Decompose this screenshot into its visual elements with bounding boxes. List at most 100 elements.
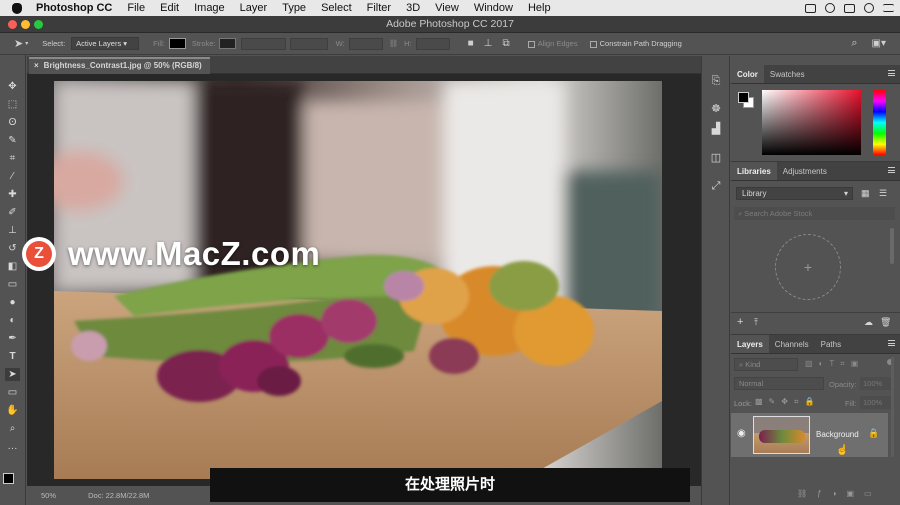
layer-name[interactable]: Background <box>816 430 859 439</box>
blend-mode-dropdown[interactable]: Normal <box>734 377 824 390</box>
edit-toolbar-icon[interactable]: ··· <box>5 442 20 455</box>
stroke-width-field[interactable] <box>240 37 286 50</box>
screen-record-icon[interactable] <box>805 3 816 13</box>
tab-layers[interactable]: Layers <box>731 335 769 353</box>
menu-edit[interactable]: Edit <box>160 2 179 14</box>
search-icon[interactable] <box>864 3 874 13</box>
blur-tool-icon[interactable]: ● <box>5 296 20 309</box>
marquee-tool-icon[interactable]: ⬚ <box>5 98 20 111</box>
menu-select[interactable]: Select <box>321 2 352 14</box>
panel-menu-icon[interactable] <box>888 70 895 76</box>
color-foreground-swatch[interactable] <box>738 92 749 103</box>
type-tool-icon[interactable]: T <box>5 350 20 363</box>
layer-row-background[interactable]: ◉ Background 🔒 <box>731 413 888 457</box>
navigator-panel-icon[interactable]: ⤢ <box>709 179 723 193</box>
history-brush-tool-icon[interactable]: ↺ <box>5 242 20 255</box>
menu-3d[interactable]: 3D <box>406 2 420 14</box>
properties-panel-icon[interactable]: ☸ <box>709 102 723 116</box>
list-view-icon[interactable]: ☰ <box>879 188 887 199</box>
visibility-eye-icon[interactable]: ◉ <box>737 428 746 439</box>
close-tab-icon[interactable]: × <box>34 61 39 70</box>
move-tool-icon[interactable]: ✥ <box>5 80 20 93</box>
lasso-tool-icon[interactable]: ʘ <box>5 116 20 129</box>
fill-field[interactable]: 100% <box>860 396 893 409</box>
menu-window[interactable]: Window <box>474 2 513 14</box>
eraser-tool-icon[interactable]: ◧ <box>5 260 20 273</box>
library-dropdown[interactable]: Library ▾ <box>736 187 853 200</box>
menu-help[interactable]: Help <box>528 2 551 14</box>
select-dropdown[interactable]: Active Layers ▾ <box>71 37 140 50</box>
panel-menu-icon[interactable] <box>888 340 895 346</box>
menu-file[interactable]: File <box>127 2 145 14</box>
height-field[interactable] <box>415 37 450 50</box>
path-select-tool-icon[interactable]: ➤ <box>14 37 23 50</box>
close-window-button[interactable] <box>8 20 17 29</box>
opacity-field[interactable]: 100% <box>860 377 893 390</box>
link-icon[interactable]: ⛓ <box>389 39 399 48</box>
minimize-window-button[interactable] <box>21 20 30 29</box>
dodge-tool-icon[interactable]: ◐ <box>5 314 20 327</box>
add-element-icon[interactable]: + <box>737 316 743 328</box>
stroke-type-dropdown[interactable] <box>289 37 328 50</box>
grid-view-icon[interactable]: ▦ <box>861 188 870 199</box>
info-icon[interactable] <box>825 3 835 13</box>
menu-extras-icon[interactable] <box>883 4 894 12</box>
width-field[interactable] <box>348 37 383 50</box>
tab-color[interactable]: Color <box>731 65 764 83</box>
cloud-sync-icon[interactable]: ☁ <box>864 317 873 328</box>
menu-type[interactable]: Type <box>282 2 306 14</box>
path-arrangement-icon[interactable]: ⧉ <box>502 38 509 49</box>
constrain-path-checkbox[interactable]: Constrain Path Dragging <box>589 39 682 48</box>
stock-search-input[interactable]: ⌕ Search Adobe Stock <box>734 207 895 220</box>
color-field[interactable] <box>762 90 861 155</box>
menu-layer[interactable]: Layer <box>240 2 268 14</box>
menu-image[interactable]: Image <box>194 2 225 14</box>
document-tab[interactable]: × Brightness_Contrast1.jpg @ 50% (RGB/8) <box>29 57 210 74</box>
fill-swatch[interactable] <box>168 38 186 49</box>
search-icon[interactable]: ⌕ <box>851 37 857 50</box>
panel-menu-icon[interactable] <box>888 167 895 173</box>
shape-tool-icon[interactable]: ▭ <box>5 386 20 399</box>
tool-preset-chevron-icon[interactable]: ▾ <box>25 40 28 47</box>
pen-tool-icon[interactable]: ✒ <box>5 332 20 345</box>
eyedropper-tool-icon[interactable]: ⁄ <box>5 170 20 183</box>
tab-paths[interactable]: Paths <box>815 335 847 353</box>
layers-scrollbar[interactable] <box>891 357 894 457</box>
path-selection-tool-icon[interactable]: ➤ <box>5 368 20 381</box>
trash-icon[interactable]: 🗑 <box>880 317 891 328</box>
stroke-swatch[interactable] <box>218 38 236 49</box>
tab-swatches[interactable]: Swatches <box>764 65 811 83</box>
gradient-tool-icon[interactable]: ▭ <box>5 278 20 291</box>
path-operations-icon[interactable]: ■ <box>468 38 474 49</box>
zoom-tool-icon[interactable]: ⌕ <box>5 422 20 435</box>
layer-filter-icons[interactable]: ▨◐T⌗▣ <box>805 359 864 369</box>
libraries-scrollbar[interactable] <box>890 228 894 264</box>
tab-channels[interactable]: Channels <box>769 335 815 353</box>
app-menu[interactable]: Photoshop CC <box>36 2 112 14</box>
hue-slider[interactable] <box>873 90 886 155</box>
menu-view[interactable]: View <box>435 2 459 14</box>
tab-adjustments[interactable]: Adjustments <box>777 162 833 180</box>
add-content-icon[interactable]: + <box>775 234 841 300</box>
document-photo[interactable] <box>54 81 662 479</box>
clone-stamp-tool-icon[interactable]: ⊥ <box>5 224 20 237</box>
align-edges-checkbox[interactable]: Align Edges <box>527 39 578 48</box>
zoom-window-button[interactable] <box>34 20 43 29</box>
apple-icon[interactable] <box>12 2 22 14</box>
menu-filter[interactable]: Filter <box>367 2 391 14</box>
kind-filter-dropdown[interactable]: ⌕ Kind <box>734 358 798 371</box>
path-alignment-icon[interactable]: ⊥ <box>484 38 493 49</box>
layer-lock-icon[interactable]: 🔒 <box>868 428 879 439</box>
histogram-panel-icon[interactable]: ▟ <box>709 122 723 136</box>
hand-tool-icon[interactable]: ✋ <box>5 404 20 417</box>
actions-panel-icon[interactable]: ◫ <box>709 151 723 165</box>
display-icon[interactable] <box>844 3 855 13</box>
history-panel-icon[interactable]: ⎘ <box>709 74 723 88</box>
lock-options-icons[interactable]: ▩✎✥⌗🔒 <box>755 397 820 407</box>
healing-brush-tool-icon[interactable]: ✚ <box>5 188 20 201</box>
quick-select-tool-icon[interactable]: ✎ <box>5 134 20 147</box>
workspace-icon[interactable]: ▣▾ <box>872 38 886 49</box>
crop-tool-icon[interactable]: ⌗ <box>5 152 20 165</box>
brush-tool-icon[interactable]: ✐ <box>5 206 20 219</box>
tab-libraries[interactable]: Libraries <box>731 162 777 180</box>
